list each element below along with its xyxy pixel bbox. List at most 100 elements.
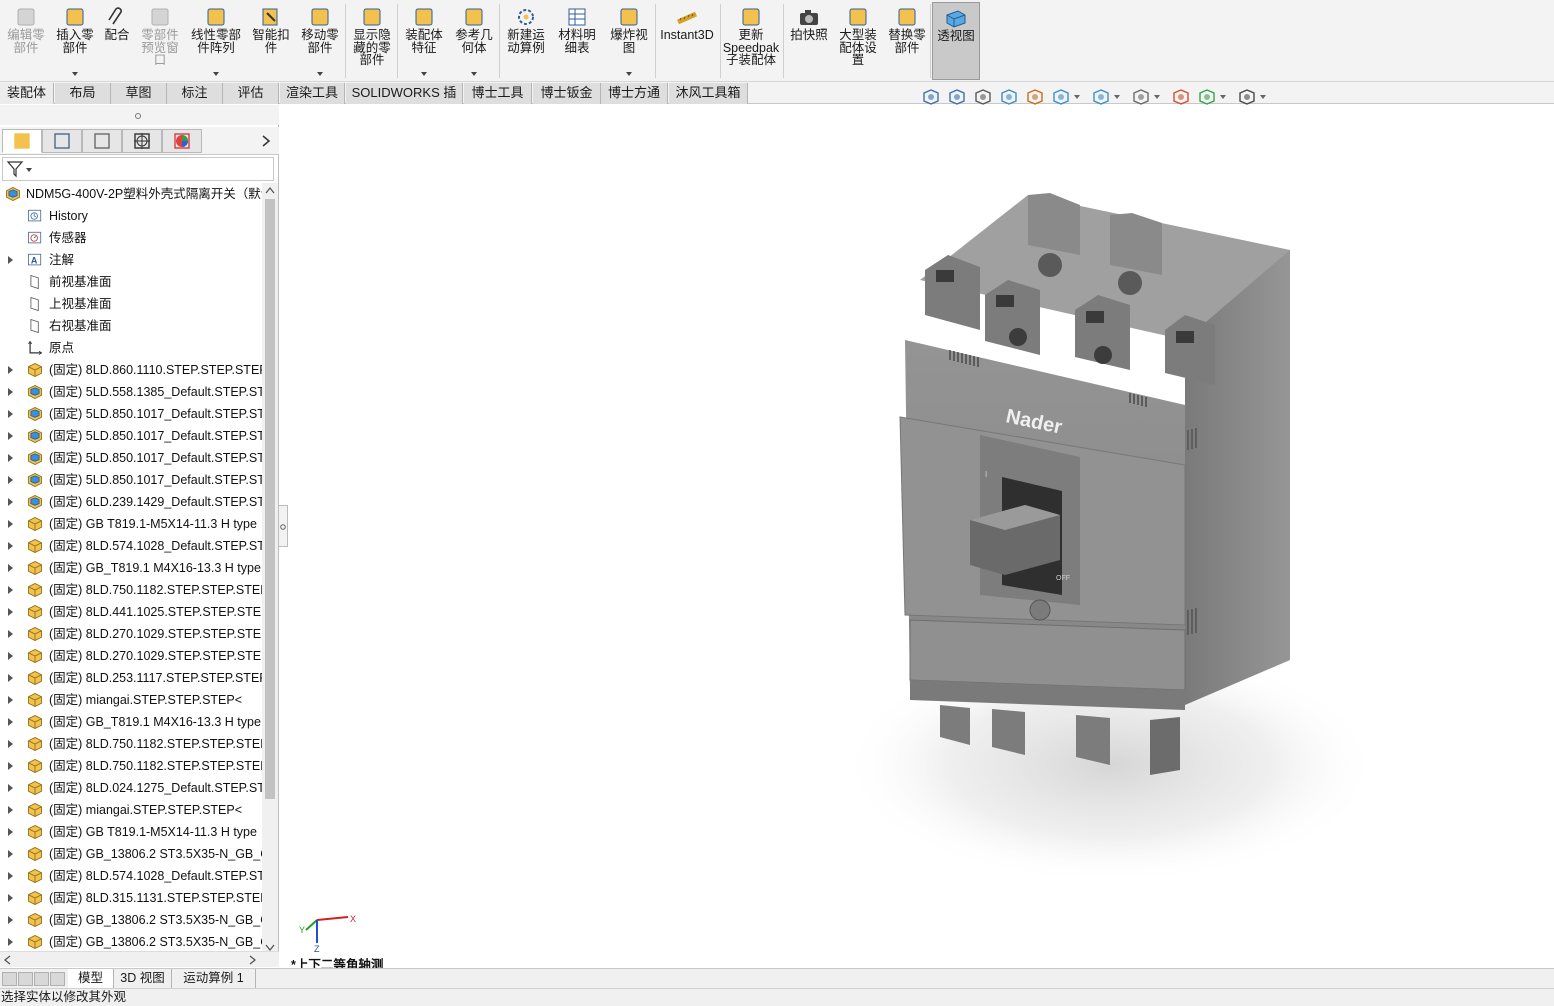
scroll-up-icon[interactable] bbox=[262, 183, 278, 197]
command-tab-4[interactable]: 评估 bbox=[223, 83, 279, 104]
expand-arrow-icon[interactable] bbox=[8, 718, 13, 726]
command-tab-8[interactable]: 博士钣金 bbox=[533, 83, 601, 104]
configuration-manager-tab[interactable] bbox=[82, 129, 122, 153]
chevron-down-icon[interactable] bbox=[1220, 95, 1226, 99]
expand-arrow-icon[interactable] bbox=[8, 696, 13, 704]
expand-arrow-icon[interactable] bbox=[8, 256, 13, 264]
expand-arrow-icon[interactable] bbox=[8, 872, 13, 880]
bottom-tab-0[interactable]: 模型 bbox=[68, 969, 114, 988]
expand-arrow-icon[interactable] bbox=[8, 608, 13, 616]
expand-arrow-icon[interactable] bbox=[8, 432, 13, 440]
tree-item[interactable]: (固定) GB T819.1-M5X14-11.3 H type bbox=[0, 513, 262, 535]
component-preview-button[interactable]: 零部件 预览窗 口 bbox=[138, 2, 182, 80]
tree-item[interactable]: (固定) 8LD.574.1028_Default.STEP.STE bbox=[0, 535, 262, 557]
panel-grip[interactable] bbox=[0, 105, 279, 125]
tree-item[interactable]: (固定) 8LD.574.1028_Default.STEP.STE bbox=[0, 865, 262, 887]
command-tab-10[interactable]: 沐风工具箱 bbox=[669, 83, 748, 104]
command-tab-1[interactable]: 布局 bbox=[55, 83, 111, 104]
model-render[interactable]: Nader OFF I bbox=[280, 105, 1554, 967]
expand-arrow-icon[interactable] bbox=[8, 674, 13, 682]
tree-item[interactable]: 上视基准面 bbox=[0, 293, 262, 315]
tree-item[interactable]: 前视基准面 bbox=[0, 271, 262, 293]
display-manager-tab[interactable] bbox=[162, 129, 202, 153]
expand-arrow-icon[interactable] bbox=[8, 762, 13, 770]
tree-item[interactable]: (固定) 8LD.750.1182.STEP.STEP.STEP.S bbox=[0, 755, 262, 777]
smart-fasteners-button[interactable]: 智能扣 件 bbox=[248, 2, 294, 80]
expand-arrow-icon[interactable] bbox=[8, 564, 13, 572]
chevron-down-icon[interactable] bbox=[317, 72, 323, 76]
instant3d-button[interactable]: Instant3D bbox=[656, 2, 718, 80]
tree-item[interactable]: 传感器 bbox=[0, 227, 262, 249]
chevron-down-icon[interactable] bbox=[1074, 95, 1080, 99]
tree-item[interactable]: History bbox=[0, 205, 262, 227]
tree-item[interactable]: (固定) 6LD.239.1429_Default.STEP.STE bbox=[0, 491, 262, 513]
new-motion-study-button[interactable]: 新建运 动算例 bbox=[502, 2, 550, 80]
command-tab-2[interactable]: 草图 bbox=[111, 83, 167, 104]
chevron-down-icon[interactable] bbox=[626, 72, 632, 76]
tree-item[interactable]: (固定) 5LD.850.1017_Default.STEP.STE bbox=[0, 447, 262, 469]
dimxpert-tab[interactable] bbox=[122, 129, 162, 153]
large-assembly-button[interactable]: 大型装 配体设 置 bbox=[834, 2, 882, 80]
expand-arrow-icon[interactable] bbox=[8, 630, 13, 638]
tree-item[interactable]: 原点 bbox=[0, 337, 262, 359]
mate-button[interactable]: 配合 bbox=[100, 2, 134, 80]
tree-item[interactable]: 右视基准面 bbox=[0, 315, 262, 337]
tree-horizontal-scrollbar[interactable] bbox=[0, 951, 279, 967]
edit-component-button[interactable]: 编辑零 部件 bbox=[4, 2, 48, 80]
command-tab-5[interactable]: 渲染工具 bbox=[280, 83, 345, 104]
command-tab-9[interactable]: 博士方通 bbox=[601, 83, 668, 104]
command-tab-0[interactable]: 装配体 bbox=[0, 83, 54, 104]
test-button[interactable] bbox=[1029, 599, 1051, 621]
linear-pattern-button[interactable]: 线性零部 件阵列 bbox=[188, 2, 244, 80]
bottom-tab-2[interactable]: 运动算例 1 bbox=[172, 969, 256, 988]
chevron-down-icon[interactable] bbox=[1260, 95, 1266, 99]
bill-of-materials-button[interactable]: 材料明 细表 bbox=[552, 2, 602, 80]
next-tab-nav-icon[interactable] bbox=[34, 972, 49, 986]
chevron-down-icon[interactable] bbox=[213, 72, 219, 76]
tree-vertical-scrollbar[interactable] bbox=[262, 183, 278, 955]
expand-arrow-icon[interactable] bbox=[8, 652, 13, 660]
tree-item[interactable]: (固定) GB_T819.1 M4X16-13.3 H type bbox=[0, 557, 262, 579]
tree-item[interactable]: (固定) GB_T819.1 M4X16-13.3 H type bbox=[0, 711, 262, 733]
tree-item[interactable]: A 注解 bbox=[0, 249, 262, 271]
tree-item[interactable]: (固定) 8LD.750.1182.STEP.STEP.STEP.S bbox=[0, 733, 262, 755]
property-manager-tab[interactable] bbox=[42, 129, 82, 153]
tree-item[interactable]: (固定) GB_13806.2 ST3.5X35-N_GB_Cl bbox=[0, 931, 262, 953]
tree-root[interactable]: NDM5G-400V-2P塑料外壳式隔离开关（默认 bbox=[0, 183, 262, 205]
expand-arrow-icon[interactable] bbox=[8, 894, 13, 902]
expand-arrow-icon[interactable] bbox=[8, 850, 13, 858]
tree-item[interactable]: (固定) 5LD.850.1017_Default.STEP.STE bbox=[0, 469, 262, 491]
expand-arrow-icon[interactable] bbox=[8, 388, 13, 396]
assembly-features-button[interactable]: 装配体 特征 bbox=[400, 2, 448, 80]
chevron-down-icon[interactable] bbox=[72, 72, 78, 76]
tree-item[interactable]: (固定) 8LD.860.1110.STEP.STEP.STEP.S bbox=[0, 359, 262, 381]
tree-item[interactable]: (固定) GB T819.1-M5X14-11.3 H type bbox=[0, 821, 262, 843]
command-tab-6[interactable]: SOLIDWORKS 插件 bbox=[346, 83, 463, 120]
tree-item[interactable]: (固定) 8LD.441.1025.STEP.STEP.STEP.S bbox=[0, 601, 262, 623]
scroll-thumb[interactable] bbox=[265, 199, 275, 799]
chevron-right-icon[interactable] bbox=[258, 133, 274, 149]
tree-item[interactable]: (固定) GB_13806.2 ST3.5X35-N_GB_Cl bbox=[0, 909, 262, 931]
expand-arrow-icon[interactable] bbox=[8, 938, 13, 946]
move-component-button[interactable]: 移动零 部件 bbox=[296, 2, 344, 80]
prev-tab-nav-icon[interactable] bbox=[18, 972, 33, 986]
tree-item[interactable]: (固定) 5LD.558.1385_Default.STEP.STE bbox=[0, 381, 262, 403]
expand-arrow-icon[interactable] bbox=[8, 828, 13, 836]
chevron-down-icon[interactable] bbox=[1114, 95, 1120, 99]
tree-item[interactable]: (固定) 8LD.315.1131.STEP.STEP.STEP.S bbox=[0, 887, 262, 909]
first-tab-nav-icon[interactable] bbox=[2, 972, 17, 986]
snapshot-button[interactable]: 拍快照 bbox=[786, 2, 832, 80]
feature-manager-tab[interactable] bbox=[2, 129, 42, 153]
graphics-area[interactable]: Nader OFF I X Y Z bbox=[280, 105, 1554, 967]
panel-collapse-handle[interactable] bbox=[279, 505, 288, 547]
expand-arrow-icon[interactable] bbox=[8, 454, 13, 462]
expand-arrow-icon[interactable] bbox=[8, 366, 13, 374]
chevron-down-icon[interactable] bbox=[471, 72, 477, 76]
tree-item[interactable]: (固定) GB_13806.2 ST3.5X35-N_GB_Cl bbox=[0, 843, 262, 865]
expand-arrow-icon[interactable] bbox=[8, 498, 13, 506]
insert-component-button[interactable]: 插入零 部件 bbox=[54, 2, 96, 80]
tree-item[interactable]: (固定) miangai.STEP.STEP.STEP< bbox=[0, 689, 262, 711]
command-tab-3[interactable]: 标注 bbox=[167, 83, 223, 104]
expand-arrow-icon[interactable] bbox=[8, 410, 13, 418]
tree-filter[interactable] bbox=[2, 157, 274, 181]
